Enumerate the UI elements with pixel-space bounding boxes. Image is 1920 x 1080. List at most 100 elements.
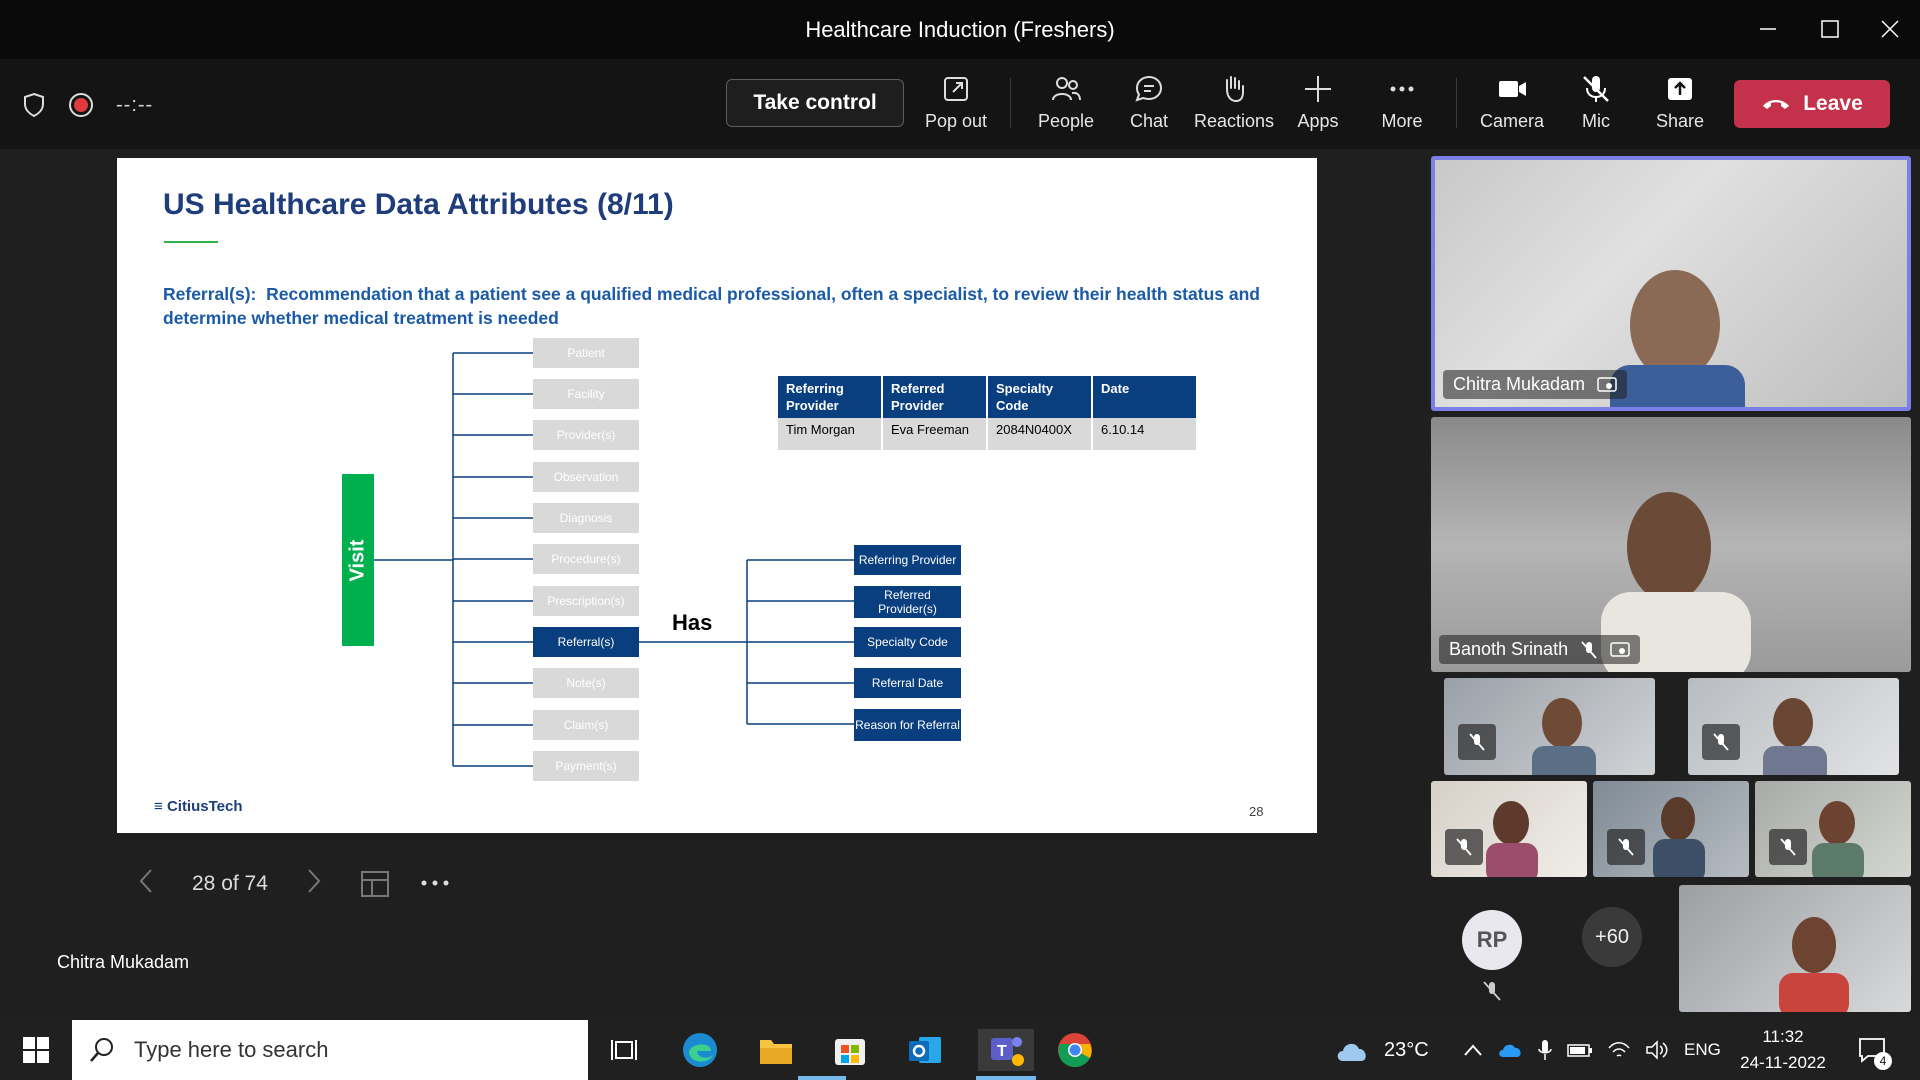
mic-off-icon bbox=[1483, 981, 1501, 1001]
table-cell: 6.10.14 bbox=[1093, 418, 1196, 450]
folder-icon bbox=[760, 1040, 792, 1064]
referral-table: Referring Provider Referred Provider Spe… bbox=[776, 376, 1198, 450]
task-view-button[interactable] bbox=[602, 1029, 646, 1071]
video-tile[interactable] bbox=[1593, 781, 1749, 877]
camera-button[interactable]: Camera bbox=[1473, 73, 1551, 143]
reactions-button[interactable]: Reactions bbox=[1194, 73, 1274, 143]
mic-label: Mic bbox=[1582, 111, 1610, 131]
weather-widget[interactable]: 23°C bbox=[1334, 1020, 1429, 1080]
slide-page-number: 28 bbox=[1249, 804, 1264, 819]
chrome-app[interactable] bbox=[1053, 1029, 1097, 1071]
video-tile-main[interactable]: Chitra Mukadam bbox=[1431, 156, 1911, 411]
take-control-button[interactable]: Take control bbox=[726, 79, 904, 127]
teams-icon: T bbox=[991, 1037, 1024, 1066]
table-row: Tim Morgan Eva Freeman 2084N0400X 6.10.1… bbox=[778, 418, 1196, 450]
more-icon bbox=[421, 880, 449, 886]
shared-slide: US Healthcare Data Attributes (8/11) Ref… bbox=[117, 158, 1317, 833]
attribute-referrals: Referral(s) bbox=[533, 627, 639, 657]
file-explorer-app[interactable] bbox=[754, 1029, 798, 1071]
windows-taskbar: Type here to search T 23°C ENG 11:32 24-… bbox=[0, 1020, 1920, 1080]
video-tile[interactable] bbox=[1431, 781, 1587, 877]
input-language[interactable]: ENG bbox=[1684, 1020, 1721, 1080]
attribute-notes: Note(s) bbox=[533, 668, 639, 698]
muted-badge bbox=[1445, 829, 1483, 865]
recording-icon bbox=[69, 93, 93, 117]
field-reason-for-referral: Reason for Referral bbox=[854, 709, 961, 741]
store-icon bbox=[835, 1039, 865, 1065]
close-button[interactable] bbox=[1870, 12, 1910, 46]
share-button[interactable]: Share bbox=[1641, 73, 1719, 143]
self-view-tile[interactable] bbox=[1679, 885, 1911, 1012]
video-tile[interactable] bbox=[1688, 678, 1899, 775]
minimize-button[interactable] bbox=[1748, 12, 1788, 46]
muted-badge bbox=[1702, 724, 1740, 760]
minimize-icon bbox=[1760, 28, 1776, 30]
apps-button[interactable]: Apps bbox=[1279, 73, 1357, 143]
chat-button[interactable]: Chat bbox=[1110, 73, 1188, 143]
chrome-icon bbox=[1058, 1033, 1092, 1068]
battery-icon[interactable] bbox=[1567, 1042, 1593, 1058]
clock-time: 11:32 bbox=[1762, 1027, 1804, 1046]
chevron-left-icon bbox=[139, 869, 152, 893]
close-icon bbox=[1881, 20, 1899, 38]
next-slide-button[interactable] bbox=[306, 868, 322, 894]
pop-out-button[interactable]: Pop out bbox=[917, 73, 995, 143]
table-header: Referred Provider bbox=[883, 376, 986, 418]
mic-off-icon bbox=[1713, 733, 1729, 751]
video-tile-second[interactable]: Banoth Srinath bbox=[1431, 417, 1911, 672]
attribute-patient: Patient bbox=[533, 338, 639, 368]
video-tile[interactable] bbox=[1444, 678, 1655, 775]
search-placeholder: Type here to search bbox=[134, 1037, 329, 1062]
notifications-button[interactable]: 4 bbox=[1858, 1020, 1892, 1080]
participant-name-tag: Banoth Srinath bbox=[1439, 635, 1641, 664]
people-button[interactable]: People bbox=[1027, 73, 1105, 143]
field-referral-date: Referral Date bbox=[854, 668, 961, 698]
muted-badge bbox=[1458, 724, 1496, 760]
table-cell: 2084N0400X bbox=[988, 418, 1091, 450]
field-specialty-code: Specialty Code bbox=[854, 627, 961, 657]
start-button[interactable] bbox=[14, 1029, 58, 1071]
more-button[interactable]: More bbox=[1363, 73, 1441, 143]
edge-app[interactable] bbox=[678, 1029, 722, 1071]
mic-off-icon bbox=[1780, 838, 1796, 856]
attribute-facility: Facility bbox=[533, 379, 639, 409]
slide-grid-button[interactable] bbox=[360, 870, 390, 898]
avatar-muted bbox=[1482, 980, 1502, 1007]
chevron-up-icon[interactable] bbox=[1463, 1043, 1483, 1057]
leave-button[interactable]: Leave bbox=[1734, 80, 1890, 128]
video-tile[interactable] bbox=[1755, 781, 1911, 877]
muted-badge bbox=[1769, 829, 1807, 865]
avatar[interactable]: RP bbox=[1462, 910, 1522, 970]
mic-off-icon bbox=[1581, 640, 1597, 659]
teams-app[interactable]: T bbox=[978, 1029, 1034, 1071]
volume-icon[interactable] bbox=[1645, 1040, 1669, 1060]
mic-button[interactable]: Mic bbox=[1557, 73, 1635, 143]
slide-position: 28 of 74 bbox=[192, 872, 268, 895]
slide-more-button[interactable] bbox=[420, 876, 450, 890]
outlook-icon bbox=[909, 1037, 941, 1063]
table-cell: Tim Morgan bbox=[778, 418, 881, 450]
maximize-button[interactable] bbox=[1810, 12, 1850, 46]
more-participants-button[interactable]: +60 bbox=[1582, 907, 1642, 967]
wifi-icon[interactable] bbox=[1607, 1040, 1631, 1060]
onedrive-icon[interactable] bbox=[1497, 1041, 1523, 1059]
attribute-claims: Claim(s) bbox=[533, 710, 639, 740]
mic-off-icon bbox=[1456, 838, 1472, 856]
microphone-icon[interactable] bbox=[1537, 1038, 1553, 1062]
taskbar-clock[interactable]: 11:32 24-11-2022 bbox=[1735, 1020, 1831, 1080]
system-tray bbox=[1463, 1020, 1669, 1080]
table-header: Date bbox=[1093, 376, 1196, 418]
attribute-diagnosis: Diagnosis bbox=[533, 503, 639, 533]
attribute-procedures: Procedure(s) bbox=[533, 544, 639, 574]
shield-icon[interactable] bbox=[22, 92, 46, 118]
previous-slide-button[interactable] bbox=[138, 868, 154, 894]
more-label: More bbox=[1381, 111, 1423, 131]
outlook-app[interactable] bbox=[903, 1029, 947, 1071]
more-icon bbox=[1390, 86, 1414, 92]
people-icon bbox=[1052, 77, 1081, 101]
edge-icon bbox=[683, 1033, 717, 1067]
table-cell: Eva Freeman bbox=[883, 418, 986, 450]
store-app[interactable] bbox=[828, 1029, 872, 1071]
visit-box: Visit bbox=[342, 474, 374, 646]
taskbar-search[interactable]: Type here to search bbox=[72, 1020, 588, 1080]
